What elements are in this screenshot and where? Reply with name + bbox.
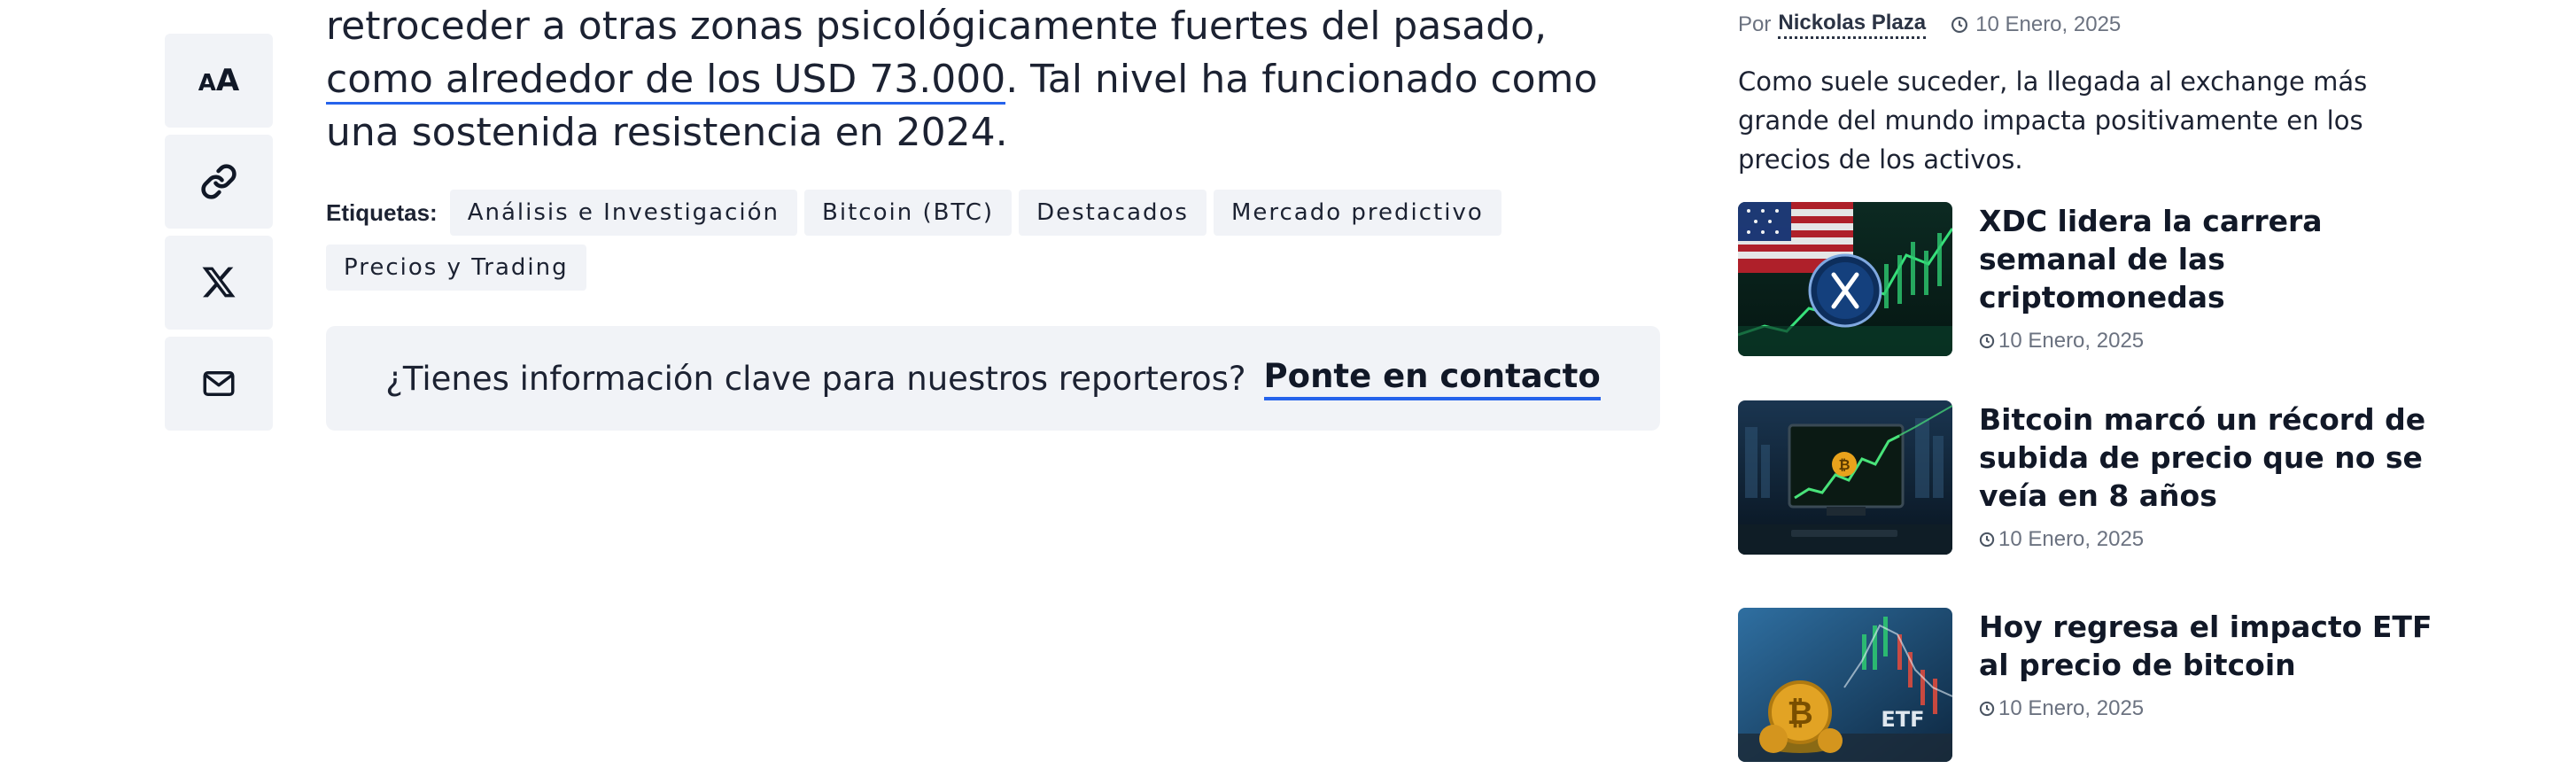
by-label: Por [1738, 12, 1772, 36]
share-email-button[interactable] [165, 337, 273, 431]
post-meta: Por Nickolas Plaza 10 Enero, 2025 [1738, 11, 2447, 39]
x-logo-icon [202, 267, 236, 298]
article-body: retroceder a otras zonas psicológicament… [326, 0, 1660, 431]
contact-question: ¿Tienes información clave para nuestros … [385, 359, 1246, 398]
tag-chip[interactable]: Mercado predictivo [1213, 190, 1501, 236]
author-link[interactable]: Nickolas Plaza [1778, 11, 1927, 39]
font-size-button[interactable]: AA [165, 34, 273, 128]
etf-label: ETF [1881, 707, 1924, 732]
inline-link[interactable]: como alrededor de los USD 73.000 [326, 57, 1006, 105]
tags-label: Etiquetas: [326, 198, 438, 226]
news-date: 10 Enero, 2025 [1979, 527, 2440, 552]
news-date: 10 Enero, 2025 [1979, 696, 2440, 721]
mail-icon [203, 371, 235, 396]
related-news-item[interactable]: XDC lidera la carrera semanal de las cri… [1738, 202, 2447, 356]
tag-chip[interactable]: Bitcoin (BTC) [804, 190, 1013, 236]
svg-text:₿: ₿ [1838, 456, 1850, 473]
news-title[interactable]: Bitcoin marcó un récord de subida de pre… [1979, 400, 2440, 515]
clock-icon [1979, 532, 1995, 548]
tag-chip[interactable]: Precios y Trading [326, 245, 586, 291]
news-body: Bitcoin marcó un récord de subida de pre… [1979, 400, 2440, 555]
clock-icon [1951, 17, 1968, 33]
tag-chip[interactable]: Análisis e Investigación [449, 190, 798, 236]
bitcoin-monitor-chart-image[interactable]: ₿ [1738, 400, 1952, 555]
share-rail: AA [165, 34, 273, 438]
share-x-button[interactable] [165, 236, 273, 330]
tags-list: Etiquetas: Análisis e Investigación Bitc… [326, 190, 1660, 291]
clock-icon [1979, 701, 1995, 717]
xdc-flag-chart-image[interactable] [1738, 202, 1952, 356]
news-date-text: 10 Enero, 2025 [1998, 696, 2145, 720]
sidebar: Por Nickolas Plaza 10 Enero, 2025 Como s… [1738, 0, 2447, 762]
paragraph-text: retroceder a otras zonas psicológicament… [326, 4, 1548, 49]
news-title[interactable]: XDC lidera la carrera semanal de las cri… [1979, 202, 2440, 316]
news-date: 10 Enero, 2025 [1979, 329, 2440, 353]
tag-chip[interactable]: Destacados [1019, 190, 1207, 236]
svg-text:₿: ₿ [1787, 695, 1812, 732]
news-date-text: 10 Enero, 2025 [1998, 527, 2145, 551]
font-size-icon: AA [198, 63, 240, 98]
post-date: 10 Enero, 2025 [1975, 12, 2122, 36]
bitcoin-etf-coins-image[interactable]: ₿ ETF [1738, 608, 1952, 762]
post-excerpt: Como suele suceder, la llegada al exchan… [1738, 66, 2368, 175]
link-icon [201, 164, 237, 199]
clock-icon [1979, 333, 1995, 349]
contact-link[interactable]: Ponte en contacto [1263, 357, 1601, 400]
contact-banner: ¿Tienes información clave para nuestros … [326, 326, 1660, 431]
news-body: Hoy regresa el impacto ETF al precio de … [1979, 608, 2440, 762]
news-date-text: 10 Enero, 2025 [1998, 329, 2145, 353]
article-paragraph: retroceder a otras zonas psicológicament… [326, 0, 1660, 159]
news-body: XDC lidera la carrera semanal de las cri… [1979, 202, 2440, 356]
related-news-item[interactable]: ₿ ETF Hoy regresa el impacto ETF al prec… [1738, 608, 2447, 762]
related-news-item[interactable]: ₿ Bitcoin marcó un récord de subida de p… [1738, 400, 2447, 555]
news-title[interactable]: Hoy regresa el impacto ETF al precio de … [1979, 608, 2440, 684]
copy-link-button[interactable] [165, 135, 273, 229]
